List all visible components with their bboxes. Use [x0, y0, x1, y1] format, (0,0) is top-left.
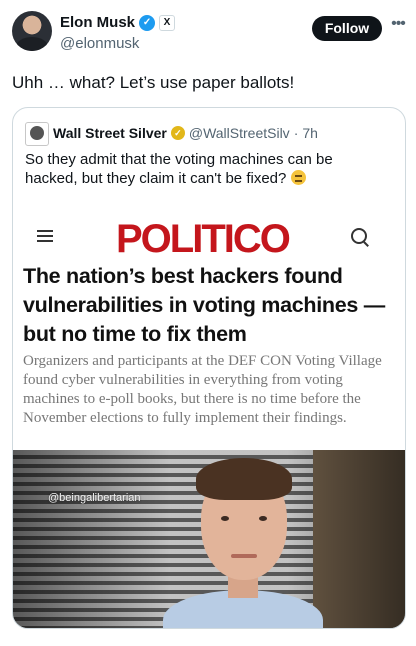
search-icon: [351, 228, 367, 244]
hamburger-menu-icon: [37, 230, 53, 242]
article-headline: The nation’s best hackers found vulnerab…: [23, 264, 385, 346]
more-icon[interactable]: •••: [388, 14, 408, 34]
quoted-text-block: So they admit that the voting machines c…: [25, 150, 365, 188]
politico-logo: POLITICO: [116, 217, 291, 261]
x-logo-icon: X: [159, 15, 176, 31]
person-hair: [196, 458, 292, 500]
quoted-time[interactable]: 7h: [302, 124, 318, 142]
author-handle[interactable]: @elonmusk: [60, 35, 139, 53]
person-mouth: [231, 554, 257, 558]
meme-photo[interactable]: @beingalibertarian: [13, 450, 405, 628]
face-with-raised-eyebrow-emoji: [290, 170, 306, 185]
author-name-row[interactable]: Elon Musk ✓ X: [60, 14, 176, 32]
tweet-text: Uhh … what? Let’s use paper ballots!: [12, 73, 295, 92]
quoted-avatar[interactable]: [25, 122, 49, 146]
gold-verified-icon: ✓: [170, 126, 185, 140]
verified-badge-icon: ✓: [139, 15, 156, 31]
right-eye: [259, 516, 267, 521]
quoted-separator: ·: [293, 125, 299, 141]
quoted-text: So they admit that the voting machines c…: [25, 151, 333, 187]
left-eye: [221, 516, 229, 521]
quoted-tweet[interactable]: Wall Street Silver ✓ @WallStreetSilv · 7…: [12, 107, 406, 629]
article-dek: Organizers and participants at the DEF C…: [23, 353, 382, 426]
follow-button[interactable]: Follow: [312, 16, 382, 41]
quoted-name[interactable]: Wall Street Silver: [53, 124, 167, 142]
author-avatar[interactable]: [12, 11, 52, 51]
quoted-handle[interactable]: @WallStreetSilv: [189, 124, 290, 142]
photo-watermark: @beingalibertarian: [48, 492, 141, 504]
author-name[interactable]: Elon Musk: [60, 14, 135, 32]
quoted-header: Wall Street Silver ✓ @WallStreetSilv · 7…: [53, 124, 318, 142]
article-screenshot: POLITICO The nation’s best hackers found…: [13, 202, 405, 450]
